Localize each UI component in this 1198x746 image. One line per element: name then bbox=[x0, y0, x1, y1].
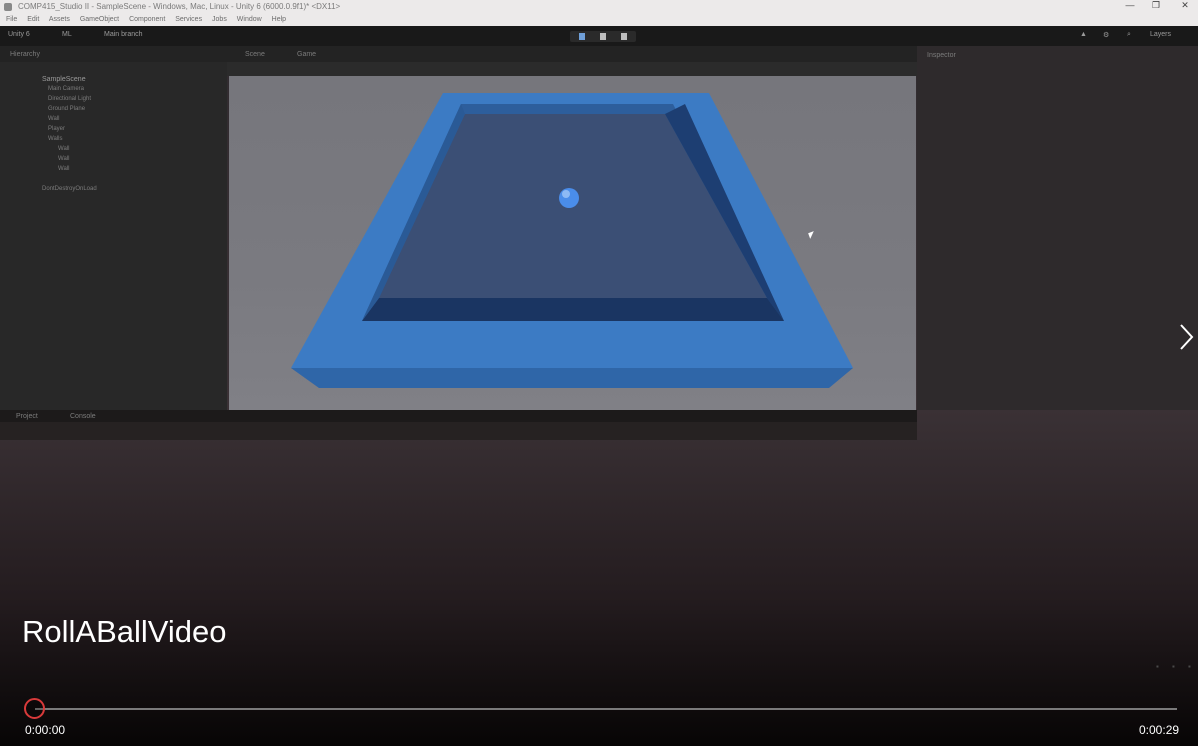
window-title: COMP415_Studio II - SampleScene - Window… bbox=[18, 2, 341, 11]
miniplayer-icon: ▪ bbox=[1172, 662, 1175, 671]
video-title: RollABallVideo bbox=[22, 614, 227, 649]
hierarchy-tab: Hierarchy bbox=[10, 51, 40, 58]
hierarchy-item: Walls bbox=[48, 136, 63, 142]
menu-help: Help bbox=[271, 16, 287, 23]
account-label: Unity 6 bbox=[8, 31, 30, 38]
unity-title-bar: COMP415_Studio II - SampleScene - Window… bbox=[0, 0, 1198, 14]
layout-dropdown: Layers bbox=[1150, 31, 1172, 38]
seek-bar[interactable] bbox=[35, 708, 1177, 710]
hierarchy-item: Main Camera bbox=[48, 86, 85, 92]
arena-front-face bbox=[291, 368, 853, 388]
arena-front-inner-wall bbox=[362, 298, 784, 321]
play-controls bbox=[570, 31, 636, 42]
project-panel: Project Console bbox=[0, 410, 917, 440]
hierarchy-item: Wall bbox=[58, 146, 70, 152]
hierarchy-panel: SampleScene Main Camera Directional Ligh… bbox=[0, 62, 227, 410]
chevron-right-icon bbox=[1180, 324, 1194, 350]
play-icon bbox=[579, 33, 585, 40]
seek-handle[interactable] bbox=[24, 698, 45, 719]
inspector-panel: Inspector bbox=[917, 46, 1198, 410]
arena-render bbox=[291, 93, 853, 388]
settings-icon: ⚙ bbox=[1103, 32, 1110, 39]
total-duration: 0:00:29 bbox=[1139, 723, 1180, 737]
close-icon: ✕ bbox=[1181, 0, 1189, 10]
next-video-button[interactable] bbox=[1172, 320, 1198, 354]
menu-gameobject: GameObject bbox=[79, 16, 120, 23]
menu-edit: Edit bbox=[27, 16, 40, 23]
inspector-tab: Inspector bbox=[927, 52, 956, 59]
hierarchy-item: Ground Plane bbox=[48, 106, 86, 112]
ball-sphere bbox=[559, 188, 579, 208]
scene-root-item: SampleScene bbox=[42, 76, 86, 83]
hierarchy-item: Wall bbox=[58, 156, 70, 162]
hierarchy-item: Wall bbox=[48, 116, 60, 122]
hierarchy-item: Directional Light bbox=[48, 96, 92, 102]
unity-menu-bar: File Edit Assets GameObject Component Se… bbox=[0, 14, 1198, 26]
scene-viewport bbox=[229, 76, 916, 410]
menu-window: Window bbox=[236, 16, 262, 23]
unity-app-icon bbox=[4, 3, 12, 11]
search-icon: ⌕ bbox=[1127, 31, 1131, 38]
minimize-icon: — bbox=[1125, 0, 1135, 10]
hierarchy-item: Player bbox=[48, 126, 66, 132]
step-icon bbox=[621, 33, 627, 40]
pause-icon bbox=[600, 33, 606, 40]
menu-assets: Assets bbox=[48, 16, 70, 23]
console-tab: Console bbox=[70, 413, 96, 420]
hierarchy-item: Wall bbox=[58, 166, 70, 172]
collab-icon: ▲ bbox=[1080, 31, 1087, 38]
project-tab-strip: Project Console bbox=[0, 410, 917, 422]
game-tab: Game bbox=[297, 51, 317, 58]
menu-services: Services bbox=[175, 16, 203, 23]
current-time: 0:00:00 bbox=[25, 723, 66, 737]
menu-component: Component bbox=[129, 16, 166, 23]
dontdestroy-item: DontDestroyOnLoad bbox=[42, 186, 97, 192]
menu-jobs: Jobs bbox=[212, 16, 227, 23]
fullscreen-icon: ▪ bbox=[1188, 662, 1191, 671]
scene-tab-strip: Scene Game bbox=[227, 46, 917, 62]
scene-tab: Scene bbox=[245, 51, 265, 58]
project-tab: Project bbox=[16, 413, 38, 420]
maximize-icon: ❐ bbox=[1151, 0, 1161, 10]
ball-highlight bbox=[562, 190, 570, 198]
captions-icon: ▪ bbox=[1156, 662, 1159, 671]
cloud-label: Main branch bbox=[104, 31, 143, 38]
layers-dropdown: ML bbox=[62, 31, 72, 38]
menu-file: File bbox=[6, 16, 18, 23]
scene-toolbar bbox=[227, 62, 917, 76]
hierarchy-tab-strip: Hierarchy bbox=[0, 46, 227, 62]
